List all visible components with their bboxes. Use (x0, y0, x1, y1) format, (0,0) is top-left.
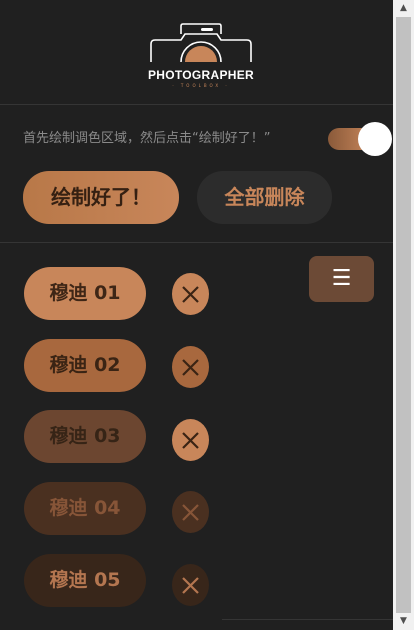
delete-all-button[interactable]: 全部删除 (197, 171, 332, 224)
delete-region-button[interactable] (172, 419, 209, 461)
scrollbar-thumb[interactable] (396, 17, 411, 613)
region-button[interactable]: 穆迪 05 (24, 554, 146, 607)
instruction-text: 首先绘制调色区域，然后点击“绘制好了！” (23, 131, 271, 146)
draw-done-button[interactable]: 绘制好了！ (23, 171, 179, 224)
region-button[interactable]: 穆迪 03 (24, 410, 146, 463)
divider (0, 242, 393, 243)
scroll-down-arrow[interactable]: ▼ (393, 613, 414, 630)
hamburger-icon: ☰ (331, 266, 352, 291)
delete-region-button[interactable] (172, 564, 209, 606)
scrollbar[interactable]: ▲ ▼ (393, 0, 414, 630)
close-icon (182, 286, 199, 303)
close-icon (182, 577, 199, 594)
close-icon (182, 432, 199, 449)
close-icon (182, 504, 199, 521)
logo-title: PHOTOGRAPHER (147, 68, 255, 82)
menu-button[interactable]: ☰ (309, 256, 374, 302)
photographer-toolbox-logo: PHOTOGRAPHER · TOOLBOX · (137, 22, 265, 94)
delete-region-button[interactable] (172, 491, 209, 533)
delete-region-button[interactable] (172, 273, 209, 315)
app-header: PHOTOGRAPHER · TOOLBOX · (0, 0, 393, 105)
delete-region-button[interactable] (172, 346, 209, 388)
region-button[interactable]: 穆迪 04 (24, 482, 146, 535)
scroll-up-arrow[interactable]: ▲ (393, 0, 414, 17)
logo-subtitle: · TOOLBOX · (172, 83, 230, 88)
divider (222, 619, 393, 620)
region-button[interactable]: 穆迪 01 (24, 267, 146, 320)
close-icon (182, 359, 199, 376)
region-button[interactable]: 穆迪 02 (24, 339, 146, 392)
toggle-knob[interactable] (358, 122, 392, 156)
